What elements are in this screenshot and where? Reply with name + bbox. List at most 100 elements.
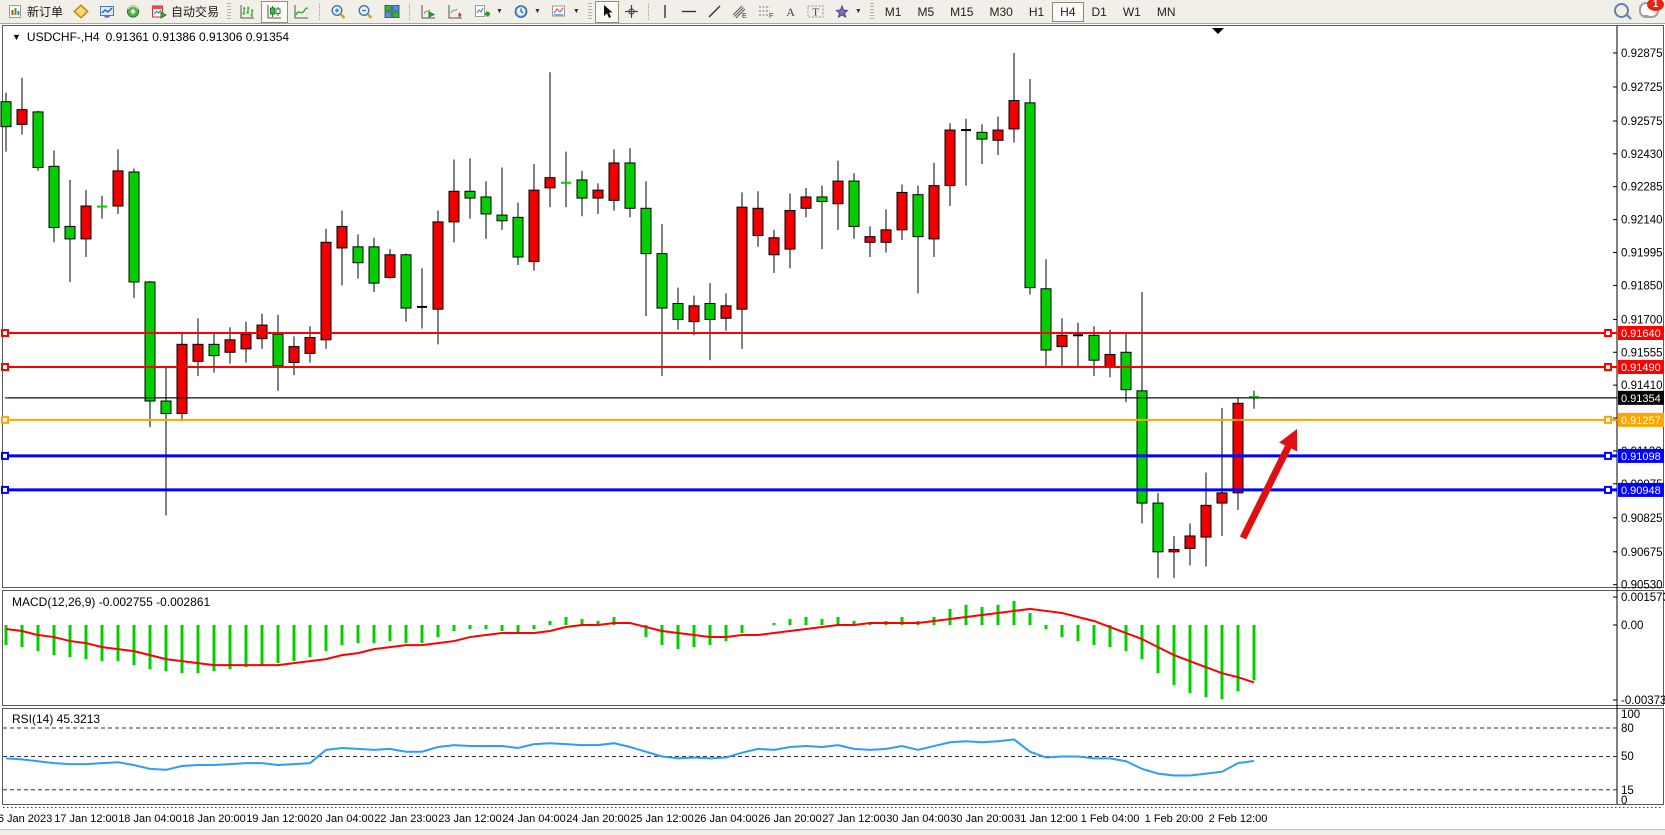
svg-text:0.00: 0.00 [1621, 620, 1643, 632]
price-label-0.90948: 0.90948 [1618, 483, 1664, 497]
toolbar-gripper [588, 3, 592, 21]
cursor-tool-button[interactable] [595, 1, 619, 23]
svg-text:1 Feb 04:00: 1 Feb 04:00 [1081, 813, 1140, 825]
svg-text:E: E [742, 13, 747, 19]
periods-button[interactable]: ▼ [508, 1, 546, 23]
svg-text:30 Jan 04:00: 30 Jan 04:00 [886, 813, 950, 825]
svg-text:27 Jan 12:00: 27 Jan 12:00 [822, 813, 886, 825]
svg-text:25 Jan 12:00: 25 Jan 12:00 [630, 813, 694, 825]
svg-text:0.91555: 0.91555 [1621, 347, 1663, 359]
svg-text:30 Jan 20:00: 30 Jan 20:00 [950, 813, 1014, 825]
periods-icon [513, 4, 529, 19]
chart-bars-icon [239, 4, 256, 20]
new-chart-button[interactable] [68, 1, 94, 23]
chevron-down-icon: ▼ [855, 8, 862, 15]
toolbar-gripper [870, 3, 874, 21]
trendline-tool-button[interactable] [702, 1, 727, 23]
new-order-button[interactable]: 新订单 [3, 1, 68, 23]
svg-text:24 Jan 04:00: 24 Jan 04:00 [502, 813, 566, 825]
crosshair-tool-button[interactable] [619, 1, 644, 23]
price-label-0.91490: 0.91490 [1618, 360, 1664, 374]
chevron-down-icon: ▼ [534, 8, 541, 15]
svg-text:24 Jan 20:00: 24 Jan 20:00 [566, 813, 630, 825]
toolbar-separator [409, 3, 411, 20]
svg-text:16 Jan 2023: 16 Jan 2023 [0, 813, 52, 825]
timeframe-w1-button[interactable]: W1 [1115, 2, 1149, 22]
svg-text:0.92140: 0.92140 [1621, 215, 1663, 227]
navigator-button[interactable] [120, 1, 146, 23]
new-order-icon [8, 4, 23, 19]
price-label-0.91354: 0.91354 [1618, 391, 1664, 405]
chart-type-line-button[interactable] [288, 1, 315, 23]
svg-text:0.91995: 0.91995 [1621, 248, 1663, 260]
price-label-0.91257: 0.91257 [1618, 413, 1664, 427]
market-watch-icon [99, 4, 115, 19]
zoom-out-icon [357, 4, 374, 20]
svg-text:80: 80 [1621, 723, 1634, 735]
svg-text:0.90948: 0.90948 [1621, 485, 1661, 497]
chart-type-bars-button[interactable] [234, 1, 261, 23]
chart-title: ▼ USDCHF-,H4 0.91361 0.91386 0.91306 0.9… [12, 30, 289, 44]
chart-shift-icon [447, 4, 464, 20]
time-axis[interactable]: 16 Jan 202317 Jan 12:0018 Jan 04:0018 Ja… [0, 813, 1267, 825]
tile-windows-button[interactable] [379, 1, 405, 23]
timeframe-h4-button[interactable]: H4 [1052, 2, 1083, 22]
indicators-icon [474, 4, 491, 20]
chart-candles-icon [266, 4, 283, 20]
templates-icon [551, 4, 568, 20]
templates-button[interactable]: ▼ [546, 1, 585, 23]
channel-tool-button[interactable]: E [727, 1, 753, 23]
timeframe-m15-button[interactable]: M15 [942, 2, 981, 22]
arrows-tool-button[interactable]: ▼ [829, 1, 867, 23]
svg-text:0.91700: 0.91700 [1621, 314, 1663, 326]
symbol-dropdown-icon[interactable]: ▼ [12, 32, 21, 42]
chat-icon[interactable]: 1 [1639, 2, 1659, 18]
chart-ohlc-values: 0.91361 0.91386 0.91306 0.91354 [106, 30, 290, 44]
macd-indicator-label: MACD(12,26,9) -0.002755 -0.002861 [12, 595, 210, 609]
svg-text:0.90675: 0.90675 [1621, 547, 1663, 559]
vertical-line-tool-button[interactable] [654, 1, 676, 23]
svg-text:0.92725: 0.92725 [1621, 82, 1663, 94]
chart-type-candles-button[interactable] [261, 1, 288, 23]
market-watch-button[interactable] [94, 1, 120, 23]
timeframe-m5-button[interactable]: M5 [909, 2, 942, 22]
cursor-icon [600, 4, 614, 19]
auto-trading-button[interactable]: 自动交易 [146, 1, 224, 23]
indicators-button[interactable]: ▼ [469, 1, 508, 23]
navigator-icon [125, 4, 141, 19]
svg-text:0.92430: 0.92430 [1621, 149, 1663, 161]
zoom-in-button[interactable] [325, 1, 352, 23]
svg-text:23 Jan 12:00: 23 Jan 12:00 [438, 813, 502, 825]
price-label-0.91098: 0.91098 [1618, 449, 1664, 463]
zoom-out-button[interactable] [352, 1, 379, 23]
svg-text:20 Jan 04:00: 20 Jan 04:00 [310, 813, 374, 825]
chart-shift-button[interactable] [442, 1, 469, 23]
svg-text:0.91490: 0.91490 [1621, 362, 1661, 374]
auto-scroll-icon [420, 4, 437, 20]
timeframe-d1-button[interactable]: D1 [1084, 2, 1115, 22]
svg-text:0.91257: 0.91257 [1621, 415, 1661, 427]
chart-canvas[interactable]: 0.928750.927250.925750.924300.922850.921… [0, 0, 1665, 835]
text-label-icon: T [807, 4, 824, 19]
svg-text:F: F [769, 13, 773, 19]
svg-text:0.91354: 0.91354 [1621, 393, 1661, 405]
timeframe-m30-button[interactable]: M30 [981, 2, 1020, 22]
svg-text:18 Jan 04:00: 18 Jan 04:00 [118, 813, 182, 825]
toolbar-separator [319, 3, 321, 20]
new-order-label: 新订单 [27, 3, 63, 20]
svg-text:2 Feb 12:00: 2 Feb 12:00 [1209, 813, 1268, 825]
timeframe-mn-button[interactable]: MN [1149, 2, 1184, 22]
svg-text:0.92285: 0.92285 [1621, 182, 1663, 194]
timeframe-m1-button[interactable]: M1 [877, 2, 910, 22]
svg-text:22 Jan 23:00: 22 Jan 23:00 [374, 813, 438, 825]
search-icon[interactable] [1614, 3, 1629, 18]
horizontal-line-tool-button[interactable] [676, 1, 702, 23]
crosshair-icon [624, 4, 639, 19]
new-chart-icon [73, 4, 89, 19]
text-tool-button[interactable]: A [779, 1, 802, 23]
timeframe-h1-button[interactable]: H1 [1021, 2, 1052, 22]
svg-text:A: A [786, 5, 795, 19]
text-label-tool-button[interactable]: T [802, 1, 829, 23]
fibonacci-tool-button[interactable]: F [753, 1, 779, 23]
auto-scroll-button[interactable] [415, 1, 442, 23]
